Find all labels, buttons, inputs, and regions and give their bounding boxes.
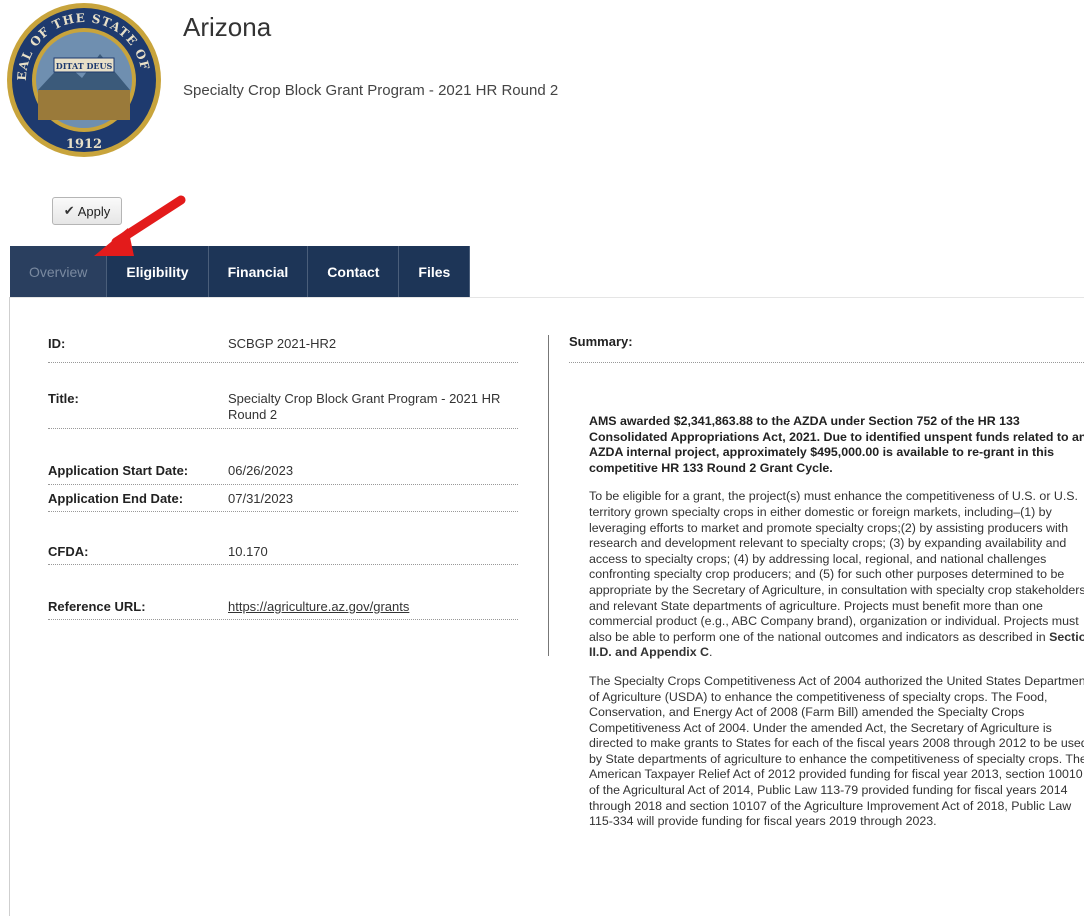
eligibility-text-end: . — [709, 645, 713, 660]
title-value: Specialty Crop Block Grant Program - 202… — [228, 391, 501, 422]
summary-lead-paragraph: AMS awarded $2,341,863.88 to the AZDA un… — [589, 414, 1084, 475]
end-date-value: 07/31/2023 — [228, 491, 294, 506]
column-divider — [548, 335, 549, 656]
field-row-reference-url: Reference URL: https://agriculture.az.go… — [48, 599, 518, 620]
arizona-seal-logo: DITAT DEUS GREAT SEAL OF THE STATE OF AR… — [4, 0, 161, 157]
tab-files-label: Files — [418, 263, 451, 280]
cfda-label: CFDA: — [48, 544, 89, 559]
tab-financial-label: Financial — [227, 263, 289, 280]
tab-files[interactable]: Files — [399, 246, 471, 297]
seal-motto: DITAT DEUS — [56, 61, 113, 71]
field-row-cfda: CFDA: 10.170 — [48, 544, 518, 565]
tab-overview-label: Overview — [29, 263, 88, 280]
id-value: SCBGP 2021-HR2 — [228, 336, 337, 351]
panel-top-rule — [10, 297, 1084, 298]
start-date-value: 06/26/2023 — [228, 463, 294, 478]
summary-history-paragraph: The Specialty Crops Competitiveness Act … — [589, 673, 1084, 829]
end-date-label: Application End Date: — [48, 491, 184, 506]
panel-left-border — [9, 297, 10, 916]
seal-year: 1912 — [66, 137, 102, 152]
summary-body: AMS awarded $2,341,863.88 to the AZDA un… — [589, 414, 1084, 843]
checkmark-icon: ✔ — [63, 203, 75, 218]
page-title: Arizona — [183, 12, 272, 42]
reference-url-link[interactable]: https://agriculture.az.gov/grants — [228, 599, 409, 614]
id-label: ID: — [48, 336, 66, 351]
title-label: Title: — [48, 391, 79, 406]
start-date-label: Application Start Date: — [48, 463, 189, 478]
field-row-title: Title: Specialty Crop Block Grant Progra… — [48, 391, 518, 429]
cfda-value: 10.170 — [228, 544, 268, 559]
tab-bar: Overview Eligibility Financial Contact F… — [10, 246, 471, 297]
program-subtitle: Specialty Crop Block Grant Program - 202… — [183, 82, 559, 99]
tab-contact-label: Contact — [327, 263, 380, 280]
reference-url-label: Reference URL: — [48, 599, 146, 614]
field-row-start-date: Application Start Date: 06/26/2023 — [48, 463, 518, 485]
field-row-id: ID: SCBGP 2021-HR2 — [48, 336, 518, 363]
tab-contact[interactable]: Contact — [308, 246, 400, 297]
red-arrow-annotation — [94, 195, 186, 256]
reference-url-value: https://agriculture.az.gov/grants — [228, 599, 508, 615]
summary-label: Summary: — [569, 334, 633, 349]
summary-eligibility-paragraph: To be eligible for a grant, the project(… — [589, 489, 1084, 661]
field-row-end-date: Application End Date: 07/31/2023 — [48, 491, 518, 512]
eligibility-text: To be eligible for a grant, the project(… — [589, 489, 1084, 644]
summary-rule — [569, 362, 1084, 363]
tab-financial[interactable]: Financial — [209, 246, 309, 297]
